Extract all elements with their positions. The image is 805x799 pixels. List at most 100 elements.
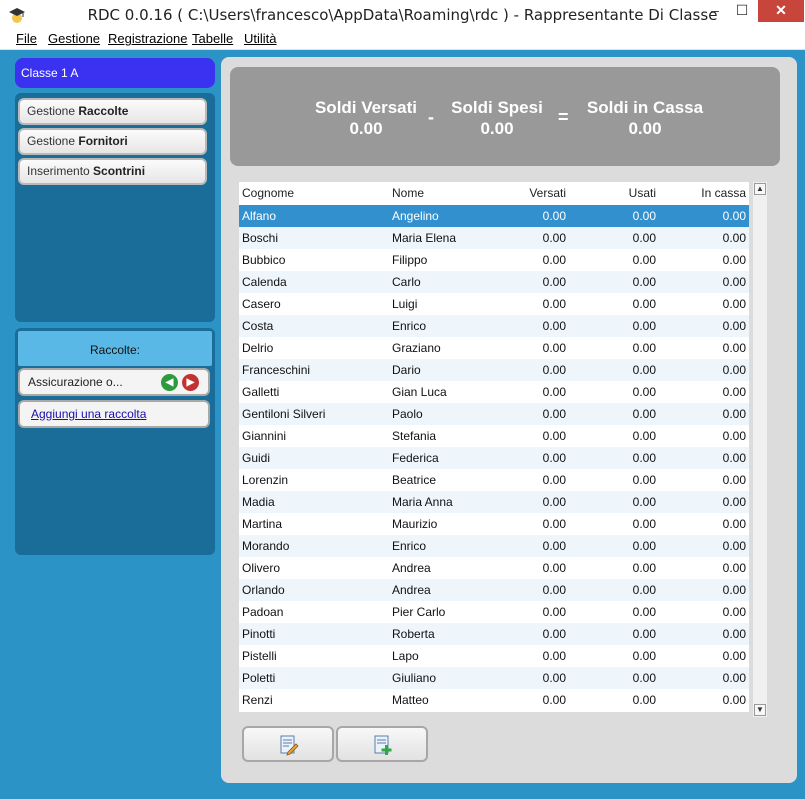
nav-inserimento-scontrini[interactable]: Inserimento Scontrini (18, 158, 207, 185)
table-row[interactable]: Padoan Pier Carlo 0.00 0.00 0.00 (239, 601, 749, 623)
add-raccolta-label[interactable]: Aggiungi una raccolta (31, 407, 146, 421)
arrow-left-icon[interactable]: ◀ (161, 374, 178, 391)
table-row[interactable]: Bubbico Filippo 0.00 0.00 0.00 (239, 249, 749, 271)
table-row[interactable]: Pinotti Roberta 0.00 0.00 0.00 (239, 623, 749, 645)
menu-utilita[interactable]: Utilità (244, 31, 277, 46)
cell-in-cassa: 0.00 (722, 693, 746, 707)
table-row[interactable]: Renzi Matteo 0.00 0.00 0.00 (239, 689, 749, 711)
cell-nome: Andrea (392, 561, 431, 575)
raccolta-item[interactable]: Assicurazione o... ◀ ▶ (18, 368, 210, 396)
cell-nome: Stefania (392, 429, 437, 443)
cell-cognome: Martina (242, 517, 283, 531)
cell-versati: 0.00 (542, 407, 566, 421)
nav-label-bold: Scontrini (93, 164, 146, 178)
arrow-right-icon[interactable]: ▶ (182, 374, 199, 391)
cell-in-cassa: 0.00 (722, 517, 746, 531)
cell-cognome: Pinotti (242, 627, 276, 641)
scroll-down-icon[interactable]: ▼ (754, 704, 766, 716)
cell-cognome: Poletti (242, 671, 276, 685)
table-row[interactable]: Guidi Federica 0.00 0.00 0.00 (239, 447, 749, 469)
table-row[interactable]: Olivero Andrea 0.00 0.00 0.00 (239, 557, 749, 579)
versati-summary: Soldi Versati 0.00 (296, 97, 436, 139)
table-row[interactable]: Franceschini Dario 0.00 0.00 0.00 (239, 359, 749, 381)
cell-nome: Graziano (392, 341, 441, 355)
title-bar: RDC 0.0.16 ( C:\Users\francesco\AppData\… (0, 0, 805, 30)
nav-label-prefix: Gestione (27, 104, 79, 118)
cell-in-cassa: 0.00 (722, 407, 746, 421)
header-nome[interactable]: Nome (392, 182, 424, 204)
header-in-cassa[interactable]: In cassa (701, 182, 746, 204)
menu-registrazione[interactable]: Registrazione (108, 31, 188, 46)
cell-nome: Giuliano (392, 671, 437, 685)
table-row[interactable]: Giannini Stefania 0.00 0.00 0.00 (239, 425, 749, 447)
cell-nome: Andrea (392, 583, 431, 597)
cell-usati: 0.00 (632, 517, 656, 531)
table-row[interactable]: Calenda Carlo 0.00 0.00 0.00 (239, 271, 749, 293)
table-scrollbar[interactable]: ▲ ▼ (753, 182, 767, 717)
cell-in-cassa: 0.00 (722, 539, 746, 553)
cell-usati: 0.00 (632, 605, 656, 619)
table-row[interactable]: Pistelli Lapo 0.00 0.00 0.00 (239, 645, 749, 667)
cell-cognome: Boschi (242, 231, 279, 245)
header-versati[interactable]: Versati (529, 182, 566, 204)
table-row[interactable]: Morando Enrico 0.00 0.00 0.00 (239, 535, 749, 557)
header-usati[interactable]: Usati (629, 182, 656, 204)
table-row[interactable]: Costa Enrico 0.00 0.00 0.00 (239, 315, 749, 337)
cell-nome: Enrico (392, 539, 427, 553)
cell-versati: 0.00 (542, 495, 566, 509)
cell-in-cassa: 0.00 (722, 495, 746, 509)
cell-versati: 0.00 (542, 539, 566, 553)
cell-nome: Carlo (392, 275, 421, 289)
nav-gestione-raccolte[interactable]: Gestione Raccolte (18, 98, 207, 125)
nav-gestione-fornitori[interactable]: Gestione Fornitori (18, 128, 207, 155)
cell-nome: Matteo (392, 693, 429, 707)
cell-versati: 0.00 (542, 627, 566, 641)
menu-bar: File Gestione Registrazione Tabelle Util… (0, 30, 805, 50)
add-button[interactable] (336, 726, 428, 762)
header-cognome[interactable]: Cognome (242, 182, 294, 204)
cell-cognome: Lorenzin (242, 473, 289, 487)
table-row[interactable]: Orlando Andrea 0.00 0.00 0.00 (239, 579, 749, 601)
cell-in-cassa: 0.00 (722, 319, 746, 333)
cell-cognome: Casero (242, 297, 281, 311)
cell-in-cassa: 0.00 (722, 451, 746, 465)
raccolte-title: Raccolte: (18, 331, 212, 366)
add-raccolta-link[interactable]: Aggiungi una raccolta (18, 400, 210, 428)
minimize-button[interactable]: – (700, 0, 730, 22)
table-row[interactable]: Casero Luigi 0.00 0.00 0.00 (239, 293, 749, 315)
cell-versati: 0.00 (542, 561, 566, 575)
raccolta-label: Assicurazione o... (28, 375, 123, 389)
menu-tabelle[interactable]: Tabelle (192, 31, 233, 46)
cell-in-cassa: 0.00 (722, 671, 746, 685)
table-row[interactable]: Lorenzin Beatrice 0.00 0.00 0.00 (239, 469, 749, 491)
table-row[interactable]: Martina Maurizio 0.00 0.00 0.00 (239, 513, 749, 535)
cell-cognome: Costa (242, 319, 274, 333)
close-button[interactable]: ✕ (758, 0, 804, 22)
table-row[interactable]: Poletti Giuliano 0.00 0.00 0.00 (239, 667, 749, 689)
table-row[interactable]: Delrio Graziano 0.00 0.00 0.00 (239, 337, 749, 359)
class-selector[interactable]: Classe 1 A (15, 58, 215, 88)
scroll-up-icon[interactable]: ▲ (754, 183, 766, 195)
versati-value: 0.00 (349, 119, 383, 138)
menu-gestione[interactable]: Gestione (48, 31, 100, 46)
spesi-value: 0.00 (480, 119, 514, 138)
cell-usati: 0.00 (632, 253, 656, 267)
cell-cognome: Bubbico (242, 253, 286, 267)
students-table[interactable]: Cognome Nome Versati Usati In cassa Alfa… (239, 182, 749, 712)
cell-versati: 0.00 (542, 671, 566, 685)
cell-cognome: Giannini (242, 429, 287, 443)
menu-file[interactable]: File (16, 31, 37, 46)
table-row[interactable]: Boschi Maria Elena 0.00 0.00 0.00 (239, 227, 749, 249)
table-row[interactable]: Galletti Gian Luca 0.00 0.00 0.00 (239, 381, 749, 403)
table-row[interactable]: Madia Maria Anna 0.00 0.00 0.00 (239, 491, 749, 513)
cell-usati: 0.00 (632, 341, 656, 355)
maximize-button[interactable]: ☐ (727, 0, 757, 22)
cell-usati: 0.00 (632, 473, 656, 487)
spesi-label: Soldi Spesi (451, 98, 543, 117)
table-row[interactable]: Gentiloni Silveri Paolo 0.00 0.00 0.00 (239, 403, 749, 425)
cell-cognome: Galletti (242, 385, 280, 399)
cell-in-cassa: 0.00 (722, 583, 746, 597)
table-row[interactable]: Alfano Angelino 0.00 0.00 0.00 (239, 205, 749, 227)
edit-button[interactable] (242, 726, 334, 762)
cell-in-cassa: 0.00 (722, 275, 746, 289)
